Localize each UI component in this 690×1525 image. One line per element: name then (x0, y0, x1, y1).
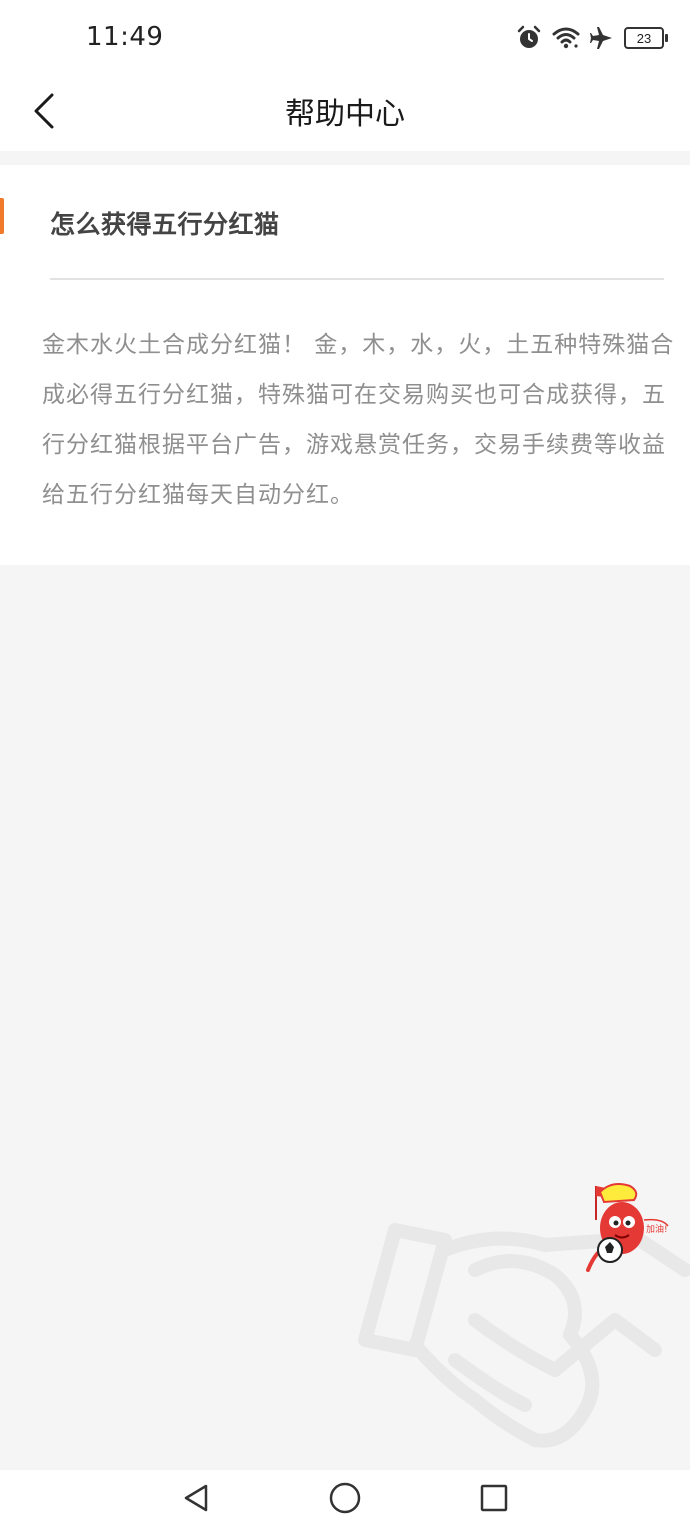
status-bar: 11:49 23 (0, 0, 690, 75)
help-center-screen: 11:49 23 帮助中心 怎么获得五行分红猫 金木水火土合成分红猫！ 金，木，… (0, 0, 690, 1525)
mascot-sticker[interactable]: 加油! (582, 1180, 682, 1280)
home-circle-icon (328, 1481, 362, 1519)
nav-recents-button[interactable] (474, 1480, 514, 1520)
page-title: 帮助中心 (285, 97, 405, 132)
nav-home-button[interactable] (325, 1480, 365, 1520)
alarm-icon (516, 25, 542, 51)
recents-square-icon (479, 1483, 509, 1517)
battery-icon: 23 (624, 27, 668, 49)
nav-back-button[interactable] (176, 1480, 216, 1520)
divider (50, 278, 664, 280)
back-triangle-icon (180, 1482, 212, 1518)
airplane-icon (590, 26, 614, 50)
faq-question: 怎么获得五行分红猫 (50, 210, 280, 239)
svg-text:加油!: 加油! (646, 1223, 668, 1235)
wifi-icon (552, 26, 580, 50)
system-nav-bar (0, 1470, 690, 1525)
faq-card: 怎么获得五行分红猫 金木水火土合成分红猫！ 金，木，水，火，土五种特殊猫合成必得… (0, 165, 690, 565)
status-icons: 23 (516, 24, 668, 52)
battery-level: 23 (636, 30, 652, 46)
status-time: 11:49 (86, 22, 164, 52)
app-header: 帮助中心 (0, 75, 690, 151)
faq-answer: 金木水火土合成分红猫！ 金，木，水，火，土五种特殊猫合成必得五行分红猫，特殊猫可… (42, 332, 675, 508)
accent-bar (0, 198, 4, 234)
